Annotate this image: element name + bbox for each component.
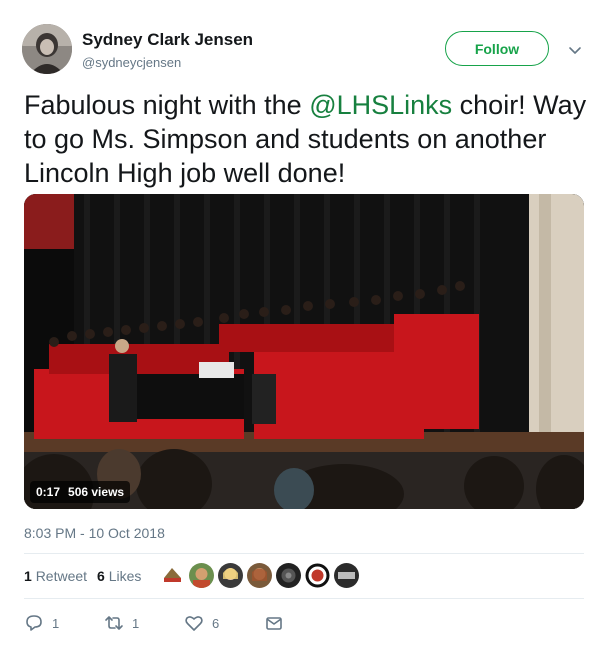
video-frame — [24, 194, 584, 509]
author-name[interactable]: Sydney Clark Jensen — [82, 30, 253, 50]
reply-count: 1 — [52, 615, 60, 631]
likes-stat[interactable]: 6 Likes — [97, 568, 141, 584]
envelope-icon — [266, 617, 282, 630]
author-handle[interactable]: @sydneycjensen — [82, 55, 181, 70]
liker-avatar[interactable] — [305, 563, 330, 588]
tweet-timestamp[interactable]: 8:03 PM - 10 Oct 2018 — [24, 525, 165, 541]
liker-avatar[interactable] — [160, 563, 185, 588]
retweets-stat-label: Retweet — [35, 568, 88, 584]
like-action[interactable]: 6 — [184, 613, 264, 633]
video-duration: 0:17 — [36, 485, 61, 499]
tweet-text: Fabulous night with the @LHSLinks choir!… — [24, 88, 594, 190]
liker-avatar[interactable] — [334, 563, 359, 588]
message-action[interactable] — [264, 613, 284, 633]
tweet-actions: 1 1 6 — [24, 613, 284, 633]
video-badge: 0:17 506 views — [30, 481, 131, 503]
author-avatar[interactable] — [22, 24, 72, 74]
retweets-stat[interactable]: 1 Retweet — [24, 568, 87, 584]
reply-action[interactable]: 1 — [24, 613, 104, 633]
chevron-down-icon[interactable] — [567, 42, 583, 58]
divider — [24, 553, 584, 554]
liker-avatar[interactable] — [276, 563, 301, 588]
retweet-icon — [105, 616, 123, 630]
retweets-stat-count: 1 — [24, 568, 32, 584]
likes-stat-label: Likes — [108, 568, 142, 584]
video-views: 506 views — [68, 485, 125, 499]
tweet-text-part: Fabulous night with the — [24, 90, 310, 120]
liker-avatar[interactable] — [189, 563, 214, 588]
divider — [24, 598, 584, 599]
liker-avatar[interactable] — [218, 563, 243, 588]
like-count: 6 — [212, 615, 220, 631]
video-player[interactable] — [24, 194, 584, 509]
liker-avatar[interactable] — [247, 563, 272, 588]
likes-stat-count: 6 — [97, 568, 105, 584]
retweet-count: 1 — [132, 615, 140, 631]
retweet-action[interactable]: 1 — [104, 613, 184, 633]
reply-icon — [26, 615, 42, 631]
engagement-stats: 1 Retweet 6 Likes — [24, 568, 141, 584]
follow-button[interactable]: Follow — [445, 31, 549, 66]
mention-link[interactable]: @LHSLinks — [309, 90, 452, 120]
liker-avatars — [160, 563, 359, 588]
heart-icon — [185, 616, 203, 631]
